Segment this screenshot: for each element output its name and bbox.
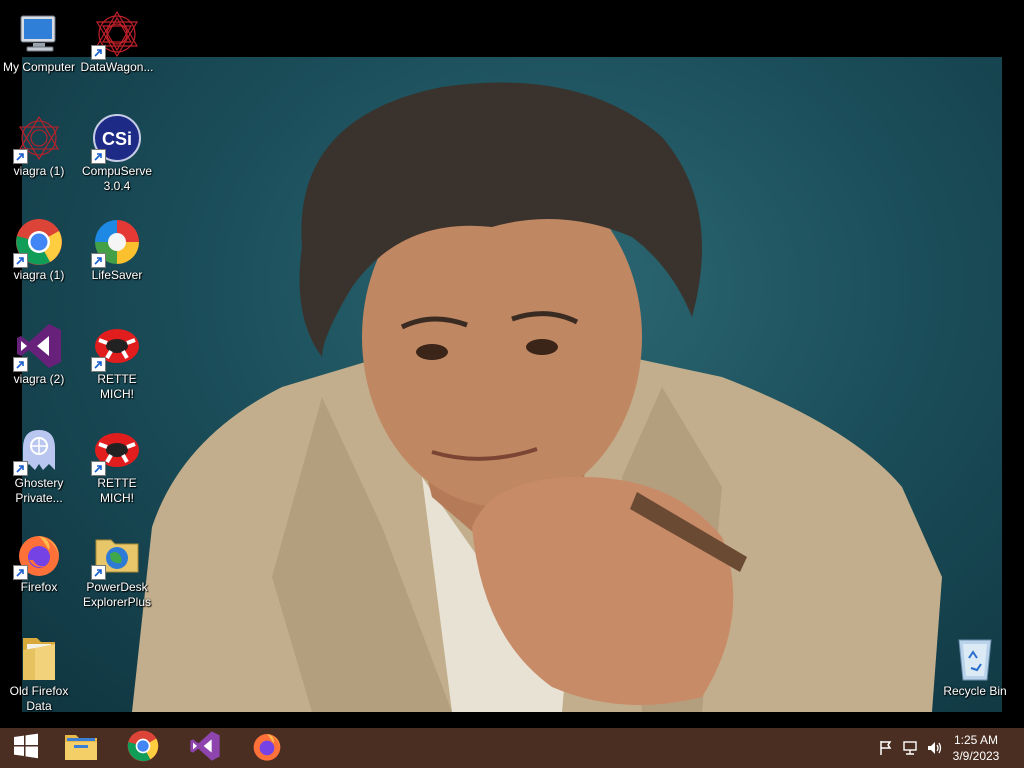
desktop-icon-label: viagra (1) <box>13 268 65 282</box>
start-button[interactable] <box>0 728 52 768</box>
desktop-icon-label: DataWagon... <box>80 60 154 74</box>
desktop-icon-label: Firefox <box>20 580 58 594</box>
network-icon[interactable] <box>902 740 918 756</box>
desktop-icon-label: PowerDesk ExplorerPlus <box>82 580 152 609</box>
visual-studio-icon <box>13 322 63 372</box>
firefox-icon <box>251 730 283 767</box>
firefox-icon <box>13 530 63 580</box>
taskbar-clock[interactable]: 1:25 AM 3/9/2023 <box>946 732 1006 764</box>
desktop-icon-label: LifeSaver <box>91 268 143 282</box>
folder-icon <box>15 634 63 682</box>
desktop-icon-rette-mich-1[interactable]: RETTE MICH! <box>78 316 156 402</box>
flag-icon[interactable] <box>878 740 894 756</box>
shortcut-arrow-icon <box>13 565 28 580</box>
shortcut-arrow-icon <box>91 357 106 372</box>
ghostery-icon <box>13 426 63 476</box>
desktop-icon-label: CompuServe 3.0.4 <box>81 164 153 193</box>
desktop-icon-old-firefox-data[interactable]: Old Firefox Data <box>0 628 78 714</box>
desktop-icon-my-computer[interactable]: My Computer <box>0 4 78 75</box>
desktop-icon-powerdesk[interactable]: PowerDesk ExplorerPlus <box>78 524 156 610</box>
shortcut-arrow-icon <box>91 461 106 476</box>
clock-date: 3/9/2023 <box>952 749 1000 763</box>
desktop-icon-compuserve[interactable]: CSi CompuServe 3.0.4 <box>78 108 156 194</box>
taskbar-visual-studio[interactable] <box>179 728 231 768</box>
windows-start-icon <box>13 733 39 764</box>
wallpaper-photo <box>22 57 1002 712</box>
shortcut-arrow-icon <box>91 253 106 268</box>
life-ring-icon <box>91 322 141 372</box>
desktop-icon-label: RETTE MICH! <box>97 476 137 505</box>
spirograph-icon <box>13 114 63 164</box>
life-ring-icon <box>91 426 141 476</box>
shortcut-arrow-icon <box>13 357 28 372</box>
shortcut-arrow-icon <box>13 149 28 164</box>
file-explorer-icon <box>64 731 98 766</box>
desktop-icon-viagra-2[interactable]: viagra (2) <box>0 316 78 387</box>
desktop-icon-rette-mich-2[interactable]: RETTE MICH! <box>78 420 156 506</box>
shortcut-arrow-icon <box>13 461 28 476</box>
compuserve-icon: CSi <box>91 114 141 164</box>
chrome-icon <box>13 218 63 268</box>
desktop-icon-recycle-bin[interactable]: Recycle Bin <box>936 628 1014 699</box>
desktop-icon-lifesaver[interactable]: LifeSaver <box>78 212 156 283</box>
desktop-icon-label: My Computer <box>2 60 76 74</box>
desktop: My Computer DataWagon... viagra (1) CSi … <box>0 0 1024 728</box>
desktop-icon-viagra-1[interactable]: viagra (1) <box>0 108 78 179</box>
shortcut-arrow-icon <box>91 565 106 580</box>
desktop-icon-label: Old Firefox Data <box>9 684 69 713</box>
powerdesk-icon <box>91 530 141 580</box>
taskbar: 1:25 AM 3/9/2023 <box>0 728 1024 768</box>
recycle-bin-icon <box>951 634 999 682</box>
desktop-icon-datawagon[interactable]: DataWagon... <box>78 4 156 75</box>
svg-text:CSi: CSi <box>102 129 132 149</box>
volume-icon[interactable] <box>926 740 942 756</box>
system-tray: 1:25 AM 3/9/2023 <box>864 728 1024 768</box>
shortcut-arrow-icon <box>91 149 106 164</box>
taskbar-file-explorer[interactable] <box>55 728 107 768</box>
desktop-icon-label: Recycle Bin <box>943 684 1007 698</box>
lifesaver-icon <box>91 218 141 268</box>
datawagon-icon <box>91 10 141 60</box>
desktop-icon-label: Ghostery Private... <box>14 476 64 505</box>
taskbar-chrome[interactable] <box>117 728 169 768</box>
taskbar-firefox[interactable] <box>241 728 293 768</box>
desktop-icon-firefox[interactable]: Firefox <box>0 524 78 595</box>
desktop-icon-label: viagra (2) <box>13 372 65 386</box>
shortcut-arrow-icon <box>13 253 28 268</box>
shortcut-arrow-icon <box>91 45 106 60</box>
desktop-icon-label: viagra (1) <box>13 164 65 178</box>
chrome-icon <box>127 730 159 767</box>
desktop-icon-ghostery[interactable]: Ghostery Private... <box>0 420 78 506</box>
visual-studio-icon <box>189 730 221 767</box>
clock-time: 1:25 AM <box>953 733 999 747</box>
my-computer-icon <box>15 10 63 58</box>
desktop-icon-label: RETTE MICH! <box>97 372 137 401</box>
desktop-icon-viagra-chrome[interactable]: viagra (1) <box>0 212 78 283</box>
